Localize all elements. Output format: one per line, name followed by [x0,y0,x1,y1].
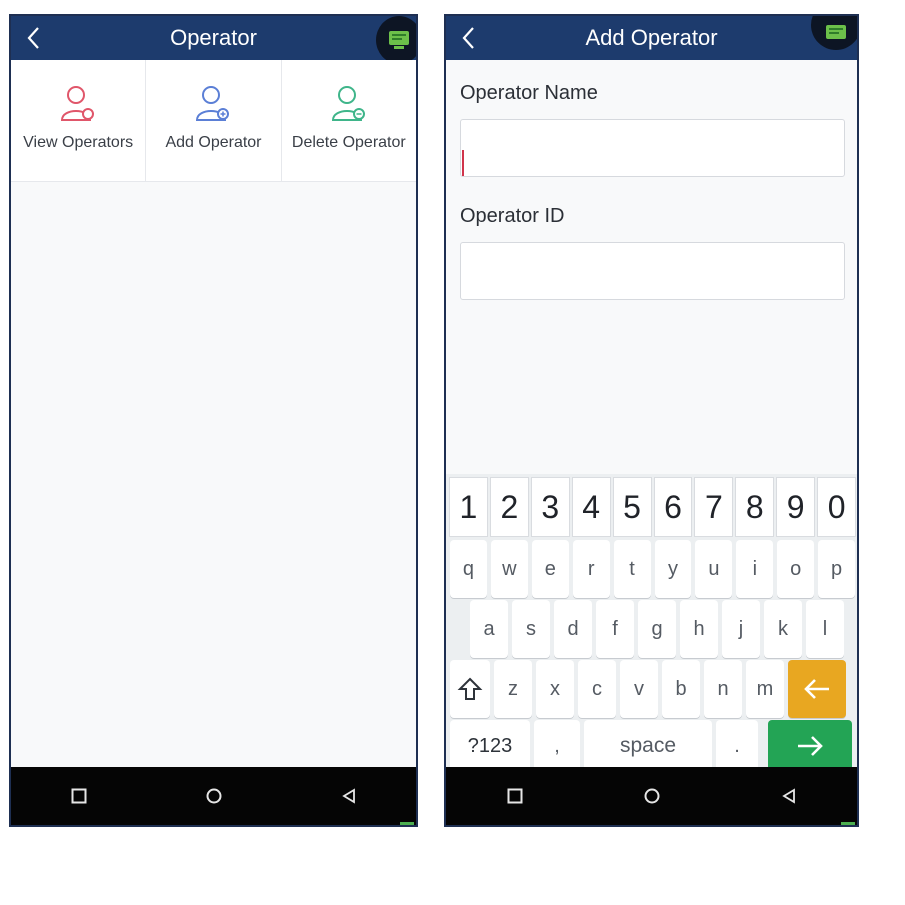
symbols-key[interactable]: ?123 [450,720,530,772]
key-u[interactable]: u [695,540,733,598]
key-6[interactable]: 6 [654,478,692,536]
soft-keyboard: 1 2 3 4 5 6 7 8 9 0 q w e r t y u i o p … [446,474,857,772]
nav-indicator [841,822,855,825]
status-button[interactable] [376,16,416,64]
letter-row-3: z x c v b n m [448,660,857,718]
recents-button[interactable] [59,776,99,816]
key-x[interactable]: x [536,660,574,718]
operator-id-label: Operator ID [460,205,565,227]
key-9[interactable]: 9 [777,478,815,536]
app-bar: Add Operator [446,16,857,60]
key-8[interactable]: 8 [736,478,774,536]
system-nav-bar [11,767,416,825]
menu-item-label: Add Operator [165,134,262,151]
add-operator-button[interactable]: Add Operator [146,60,282,181]
key-b[interactable]: b [662,660,700,718]
add-operator-screen: Add Operator Operator Name Operator ID 1… [444,14,859,827]
number-row: 1 2 3 4 5 6 7 8 9 0 [448,478,857,536]
key-d[interactable]: d [554,600,592,658]
page-title: Add Operator [585,25,718,50]
key-0[interactable]: 0 [818,478,856,536]
arrow-left-icon [804,679,829,699]
key-v[interactable]: v [620,660,658,718]
bottom-row: ?123 , space . [448,720,857,772]
key-1[interactable]: 1 [450,478,487,536]
square-icon [507,788,522,804]
back-nav-button[interactable] [329,776,369,816]
comma-key[interactable]: , [534,720,580,772]
shift-key[interactable] [450,660,490,718]
key-m[interactable]: m [746,660,784,718]
menu-item-label: Delete Operator [291,134,406,151]
letter-row-1: q w e r t y u i o p [448,540,857,598]
key-p[interactable]: p [818,540,856,598]
nav-indicator [400,822,414,825]
square-icon [71,788,86,804]
text-cursor [462,150,464,176]
operator-menu: View Operators Add Operator Delete Opera… [11,60,416,182]
key-7[interactable]: 7 [695,478,733,536]
system-nav-bar [446,767,857,825]
operator-screen: Operator View Operators Add Operator Del… [9,14,418,827]
key-j[interactable]: j [722,600,760,658]
user-view-icon [61,86,95,121]
key-z[interactable]: z [494,660,532,718]
view-operators-button[interactable]: View Operators [11,60,147,181]
enter-key[interactable] [768,720,852,772]
home-button[interactable] [194,776,234,816]
key-k[interactable]: k [764,600,802,658]
key-o[interactable]: o [777,540,815,598]
key-n[interactable]: n [704,660,742,718]
triangle-back-icon [341,788,355,804]
circle-icon [206,788,221,804]
back-nav-button[interactable] [769,776,809,816]
key-y[interactable]: y [654,540,692,598]
menu-item-label: View Operators [23,134,134,151]
terminal-icon [826,25,846,39]
arrow-right-icon [798,736,823,756]
key-q[interactable]: q [450,540,487,598]
terminal-icon [389,31,409,49]
key-r[interactable]: r [572,540,610,598]
space-key[interactable]: space [584,720,712,772]
operator-name-field[interactable] [460,119,845,177]
key-g[interactable]: g [638,600,676,658]
user-add-icon [196,86,230,121]
operator-name-label: Operator Name [460,82,598,104]
user-delete-icon [331,86,365,121]
page-title: Operator [170,25,257,50]
key-e[interactable]: e [531,540,569,598]
key-c[interactable]: c [578,660,616,718]
key-w[interactable]: w [490,540,528,598]
key-a[interactable]: a [470,600,508,658]
shift-icon [457,677,483,700]
period-key[interactable]: . [716,720,758,772]
operator-id-field[interactable] [460,242,845,300]
key-s[interactable]: s [512,600,550,658]
circle-icon [644,788,659,804]
key-t[interactable]: t [613,540,651,598]
recents-button[interactable] [495,776,535,816]
key-2[interactable]: 2 [490,478,528,536]
app-bar: Operator [11,16,416,64]
triangle-back-icon [781,788,795,804]
key-l[interactable]: l [806,600,844,658]
backspace-key[interactable] [788,660,846,718]
key-5[interactable]: 5 [613,478,651,536]
key-4[interactable]: 4 [572,478,610,536]
key-i[interactable]: i [736,540,774,598]
key-f[interactable]: f [596,600,634,658]
letter-row-2: a s d f g h j k l [468,600,857,658]
key-3[interactable]: 3 [531,478,569,536]
key-h[interactable]: h [680,600,718,658]
operator-form: Operator Name Operator ID [460,60,845,300]
delete-operator-button[interactable]: Delete Operator [282,60,416,181]
home-button[interactable] [632,776,672,816]
